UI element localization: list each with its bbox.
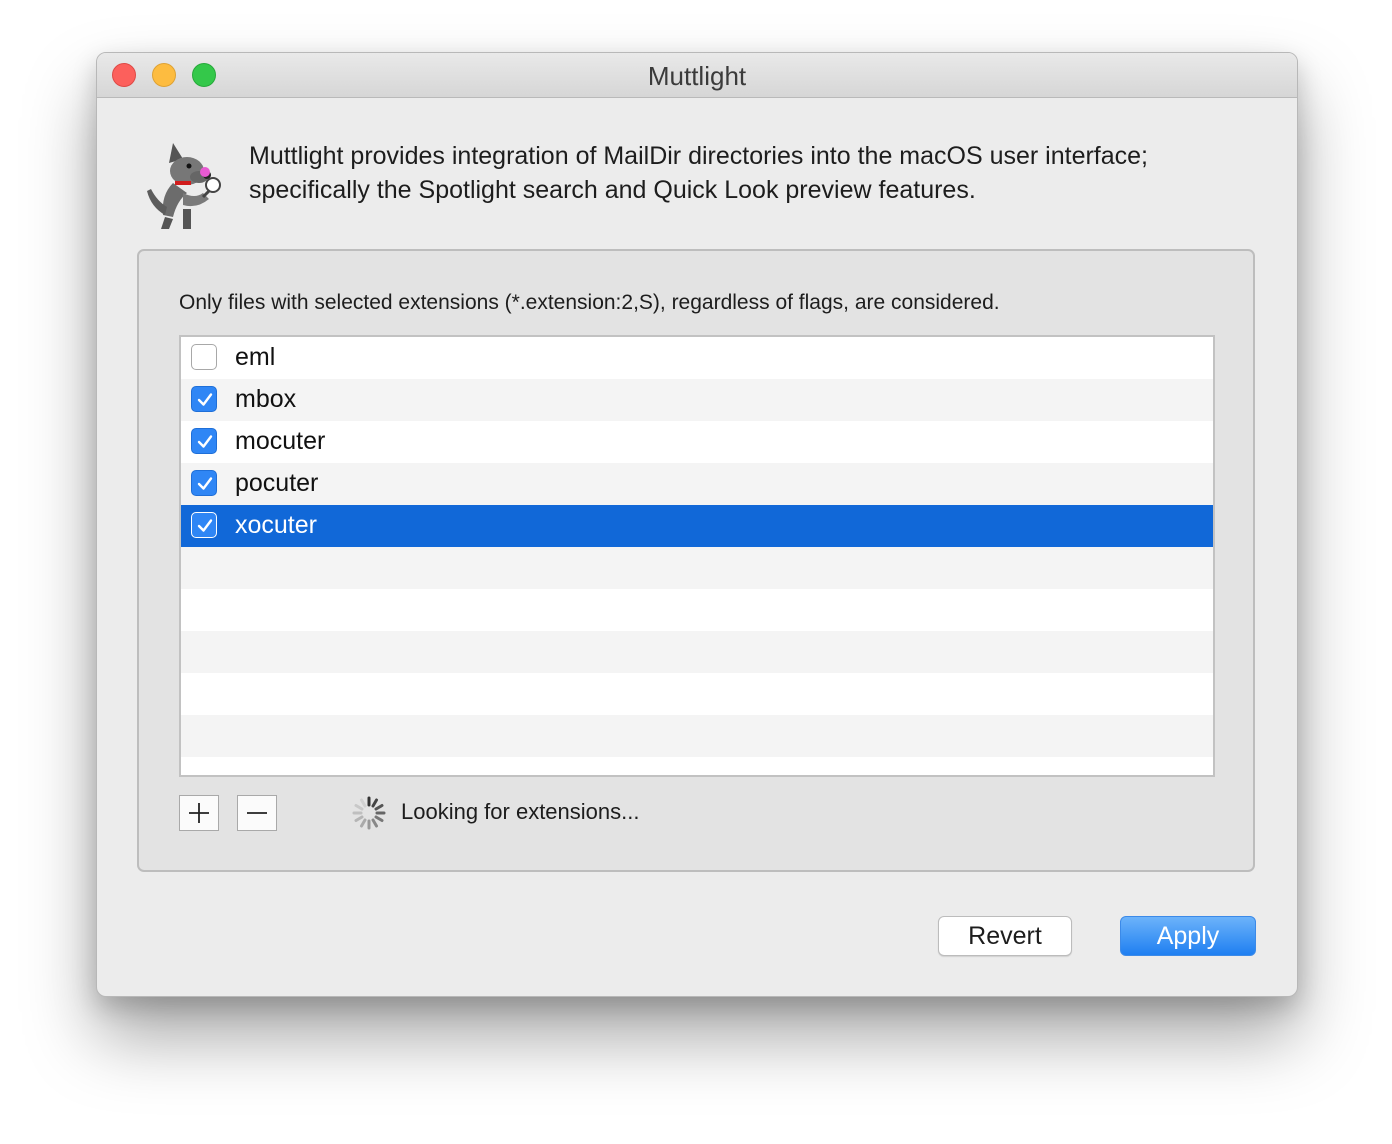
checkbox-mbox[interactable] <box>191 386 217 412</box>
extensions-group: Only files with selected extensions (*.e… <box>137 249 1255 872</box>
status-text: Looking for extensions... <box>401 799 640 824</box>
remove-extension-button[interactable] <box>237 795 277 831</box>
empty-row <box>181 589 1213 631</box>
preferences-window: Muttlight Muttlight provides integration… <box>96 52 1298 997</box>
checkbox-xocuter[interactable] <box>191 512 217 538</box>
checkbox-mocuter[interactable] <box>191 428 217 454</box>
apply-button[interactable]: Apply <box>1120 916 1256 956</box>
add-extension-button[interactable] <box>179 795 219 831</box>
empty-row <box>181 757 1213 775</box>
extensions-hint: Only files with selected extensions (*.e… <box>179 291 1000 314</box>
row-label: pocuter <box>235 469 319 497</box>
plus-icon <box>189 803 209 823</box>
window-title: Muttlight <box>647 61 747 91</box>
row-label: xocuter <box>235 511 317 539</box>
minus-icon <box>247 812 267 814</box>
checkmark-icon <box>197 519 213 532</box>
dog-magnifier-icon <box>147 143 221 229</box>
extensions-table[interactable]: eml mbox mocuter pocuter xocuter <box>179 335 1215 777</box>
revert-button[interactable]: Revert <box>938 916 1072 956</box>
empty-row <box>181 631 1213 673</box>
checkmark-icon <box>197 477 213 490</box>
title-bar[interactable]: Muttlight <box>97 53 1297 98</box>
table-row[interactable]: pocuter <box>181 463 1213 505</box>
empty-row <box>181 547 1213 589</box>
table-row[interactable]: mocuter <box>181 421 1213 463</box>
spinner-icon <box>352 796 386 830</box>
empty-row <box>181 673 1213 715</box>
checkmark-icon <box>197 435 213 448</box>
table-row[interactable]: mbox <box>181 379 1213 421</box>
intro-text: Muttlight provides integration of MailDi… <box>249 142 1148 204</box>
row-label: mocuter <box>235 427 326 455</box>
checkbox-eml[interactable] <box>191 344 217 370</box>
row-label: eml <box>235 343 276 371</box>
checkbox-pocuter[interactable] <box>191 470 217 496</box>
row-label: mbox <box>235 385 297 413</box>
checkmark-icon <box>197 393 213 406</box>
table-row[interactable]: eml <box>181 337 1213 379</box>
empty-row <box>181 715 1213 757</box>
table-row-selected[interactable]: xocuter <box>181 505 1213 547</box>
